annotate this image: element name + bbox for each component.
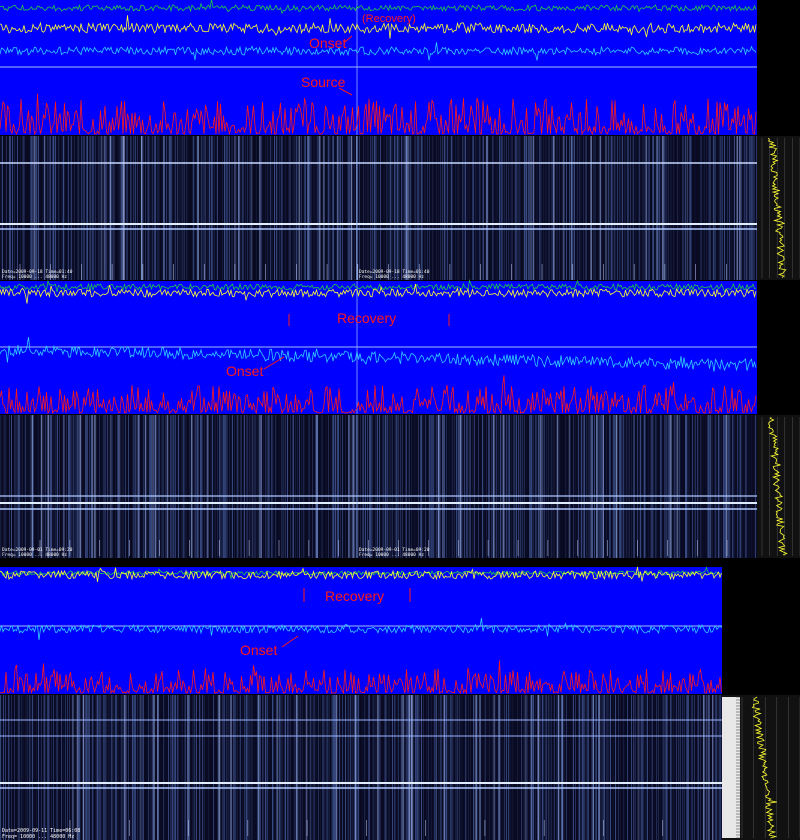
panel-1-info-line2: Freq= 10000 ... 48000 Hz [2,274,67,280]
panel-1-onset-label: Onset [309,35,346,51]
panel-2-info-line4: Freq= 10000 ... 48000 Hz [359,552,424,558]
panel-1-source-label: Source [301,74,346,90]
panel-3-top-gap [0,559,800,567]
vlf-record-figure: (Recovery) Onset Source Date=2009-09-18 … [0,0,800,840]
panel-1: (Recovery) Onset Source Date=2009-09-18 … [0,0,800,280]
panel-2-spectrogram-streaks [0,415,757,558]
panel-3-side-blank [722,567,800,694]
panel-2-info-line2: Freq= 10000 ... 48000 Hz [2,552,67,558]
panel-3-onset-label: Onset [240,642,277,658]
panel-2-onset-label: Onset [226,363,263,379]
panel-3-recovery-label: Recovery [325,588,384,604]
panel-3-info-line2: Freq= 10000 ... 48000 Hz [2,834,74,840]
panel-2-side-blank [757,281,800,414]
panel-3-spectrum-ruler [722,696,740,839]
panel-2: Recovery Onset Date=2009-09-01 Time=09:2… [0,279,800,558]
panel-2-recovery-label: Recovery [337,310,396,326]
panel-1-spectrogram-streaks [0,136,757,280]
panel-1-info-line4: Freq= 10000 ... 48000 Hz [359,274,424,280]
panel-3: Recovery Onset Date=2009-09-11 Time=06:0… [0,559,800,840]
panel-1-spectrum-box [757,136,800,280]
panel-1-recovery-label: (Recovery) [362,13,416,25]
panel-1-side-blank [757,0,800,135]
panel-3-spectrogram-streaks [0,695,722,840]
